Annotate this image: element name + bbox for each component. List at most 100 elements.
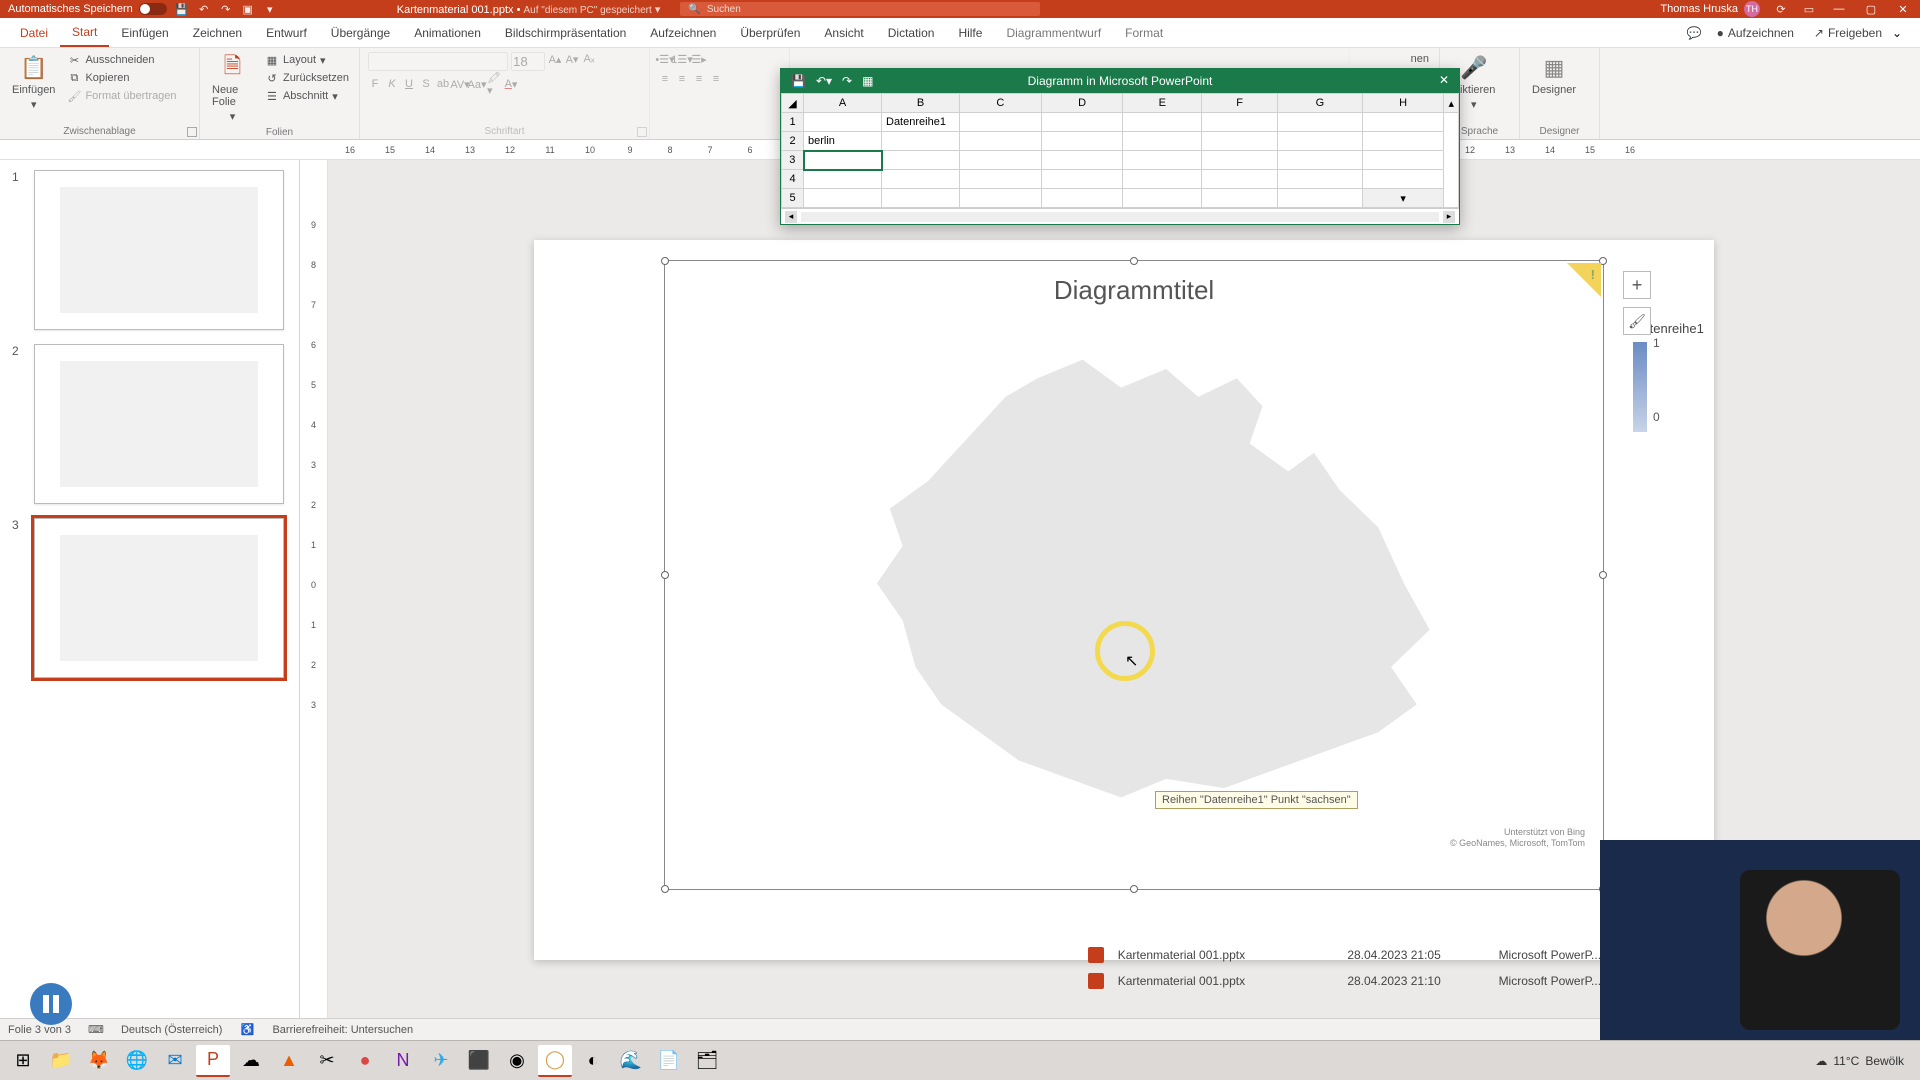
autosave-toggle[interactable] [139, 3, 167, 15]
outlook-icon[interactable]: ✉ [158, 1045, 192, 1077]
tab-format[interactable]: Format [1113, 18, 1175, 47]
slide-thumbnails[interactable]: 1 2 3 [0, 160, 300, 1018]
language-label[interactable]: Deutsch (Österreich) [121, 1024, 222, 1036]
bold-icon[interactable]: F [368, 77, 382, 91]
indent-icon[interactable]: ☰▸ [692, 52, 706, 66]
tab-dictation[interactable]: Dictation [876, 18, 947, 47]
undo-icon[interactable]: ↶ [197, 2, 211, 16]
chart-elements-button[interactable]: + [1623, 271, 1651, 299]
highlight-icon[interactable]: 🖍▾ [487, 77, 501, 91]
app-icon-3[interactable]: ⬛ [462, 1045, 496, 1077]
resize-handle[interactable] [1130, 257, 1138, 265]
search-input[interactable]: 🔍 Suchen [680, 2, 1040, 16]
edge-icon[interactable]: 🌊 [614, 1045, 648, 1077]
more-qat-icon[interactable]: ▾ [263, 2, 277, 16]
col-header-f[interactable]: F [1202, 94, 1278, 113]
copy-button[interactable]: ⧉Kopieren [65, 70, 178, 86]
resize-handle[interactable] [661, 257, 669, 265]
clipboard-launcher[interactable] [187, 127, 197, 137]
accessibility-label[interactable]: Barrierefreiheit: Untersuchen [272, 1024, 413, 1036]
numbers-icon[interactable]: 1☰▾ [675, 52, 689, 66]
sheet-edit-icon[interactable]: ▦ [862, 74, 873, 88]
shapes-partial[interactable]: nen [1409, 52, 1431, 66]
layout-button[interactable]: ▦Layout ▾ [263, 52, 351, 68]
new-slide-button[interactable]: 🗎 Neue Folie ▾ [208, 52, 257, 125]
sheet-close-button[interactable]: ✕ [1435, 71, 1453, 89]
designer-button[interactable]: ▦ Designer [1528, 52, 1580, 98]
clear-format-icon[interactable]: Aₓ [582, 52, 596, 66]
resize-handle[interactable] [1130, 885, 1138, 893]
app-icon-6[interactable]: 📄 [652, 1045, 686, 1077]
comments-icon[interactable]: 💬 [1687, 26, 1707, 40]
tab-view[interactable]: Ansicht [812, 18, 875, 47]
sheet-scroll-up[interactable]: ▴ [1444, 94, 1459, 113]
maximize-icon[interactable]: ▢ [1862, 2, 1880, 16]
obs-icon[interactable]: ◉ [500, 1045, 534, 1077]
row-header-5[interactable]: 5 [782, 189, 804, 208]
slide-canvas[interactable]: Diagrammtitel ↖ Reihen "Datenreihe1" Pun… [534, 240, 1714, 960]
app-icon-5[interactable]: ◐ [576, 1045, 610, 1077]
save-icon[interactable]: 💾 [175, 2, 189, 16]
tab-chart-design[interactable]: Diagrammentwurf [994, 18, 1113, 47]
row-header-1[interactable]: 1 [782, 113, 804, 132]
tab-review[interactable]: Überprüfen [728, 18, 812, 47]
tab-animations[interactable]: Animationen [402, 18, 493, 47]
vlc-icon[interactable]: ▲ [272, 1045, 306, 1077]
coming-soon-icon[interactable]: ⟳ [1774, 2, 1788, 16]
align-center-icon[interactable]: ≡ [675, 72, 689, 86]
underline-icon[interactable]: U [402, 77, 416, 91]
sheet-undo-icon[interactable]: ↶▾ [816, 74, 832, 88]
pause-recording-button[interactable] [30, 983, 72, 1025]
justify-icon[interactable]: ≡ [709, 72, 723, 86]
tab-insert[interactable]: Einfügen [109, 18, 180, 47]
tab-draw[interactable]: Zeichnen [181, 18, 254, 47]
strike-icon[interactable]: S [419, 77, 433, 91]
font-launcher[interactable] [637, 127, 647, 137]
row-header-2[interactable]: 2 [782, 132, 804, 151]
spacing-icon[interactable]: AV▾ [453, 77, 467, 91]
thumbnail-1[interactable] [34, 170, 284, 330]
row-header-4[interactable]: 4 [782, 170, 804, 189]
firefox-icon[interactable]: 🦊 [82, 1045, 116, 1077]
font-size-input[interactable] [511, 52, 545, 71]
resize-handle[interactable] [661, 571, 669, 579]
resize-handle[interactable] [661, 885, 669, 893]
col-header-e[interactable]: E [1123, 94, 1202, 113]
powerpoint-icon[interactable]: P [196, 1045, 230, 1077]
case-icon[interactable]: Aa▾ [470, 77, 484, 91]
paste-button[interactable]: 📋 Einfügen ▾ [8, 52, 59, 113]
telegram-icon[interactable]: ✈ [424, 1045, 458, 1077]
align-left-icon[interactable]: ≡ [658, 72, 672, 86]
tab-home[interactable]: Start [60, 18, 109, 47]
explorer-icon[interactable]: 📁 [44, 1045, 78, 1077]
user-account[interactable]: Thomas Hruska TH [1660, 1, 1760, 17]
tab-design[interactable]: Entwurf [254, 18, 319, 47]
record-button[interactable]: ● Aufzeichnen [1707, 26, 1804, 40]
font-color-icon[interactable]: A▾ [504, 77, 518, 91]
onenote-icon[interactable]: N [386, 1045, 420, 1077]
col-header-g[interactable]: G [1278, 94, 1363, 113]
cell-a2[interactable]: berlin [804, 132, 882, 151]
redo-icon[interactable]: ↷ [219, 2, 233, 16]
chrome-icon[interactable]: 🌐 [120, 1045, 154, 1077]
format-painter-button[interactable]: 🖌Format übertragen [65, 88, 178, 104]
present-icon[interactable]: ▣ [241, 2, 255, 16]
resize-handle[interactable] [1599, 571, 1607, 579]
cell-a5[interactable] [804, 189, 882, 208]
col-header-c[interactable]: C [960, 94, 1042, 113]
thumbnail-2[interactable] [34, 344, 284, 504]
bullets-icon[interactable]: •☰▾ [658, 52, 672, 66]
sheet-grid[interactable]: ◢ A B C D E F G H ▴ 1Datenreihe1 2berlin… [781, 93, 1459, 224]
font-family-input[interactable] [368, 52, 508, 71]
tab-help[interactable]: Hilfe [946, 18, 994, 47]
sheet-redo-icon[interactable]: ↷ [842, 74, 852, 88]
italic-icon[interactable]: K [385, 77, 399, 91]
app-icon-2[interactable]: ● [348, 1045, 382, 1077]
cell-b3[interactable] [882, 151, 960, 170]
align-right-icon[interactable]: ≡ [692, 72, 706, 86]
chart-styles-button[interactable]: 🖌 [1623, 307, 1651, 335]
warning-icon[interactable] [1567, 263, 1601, 297]
snipping-icon[interactable]: ✂ [310, 1045, 344, 1077]
tab-transitions[interactable]: Übergänge [319, 18, 402, 47]
close-icon[interactable]: ✕ [1894, 2, 1912, 16]
